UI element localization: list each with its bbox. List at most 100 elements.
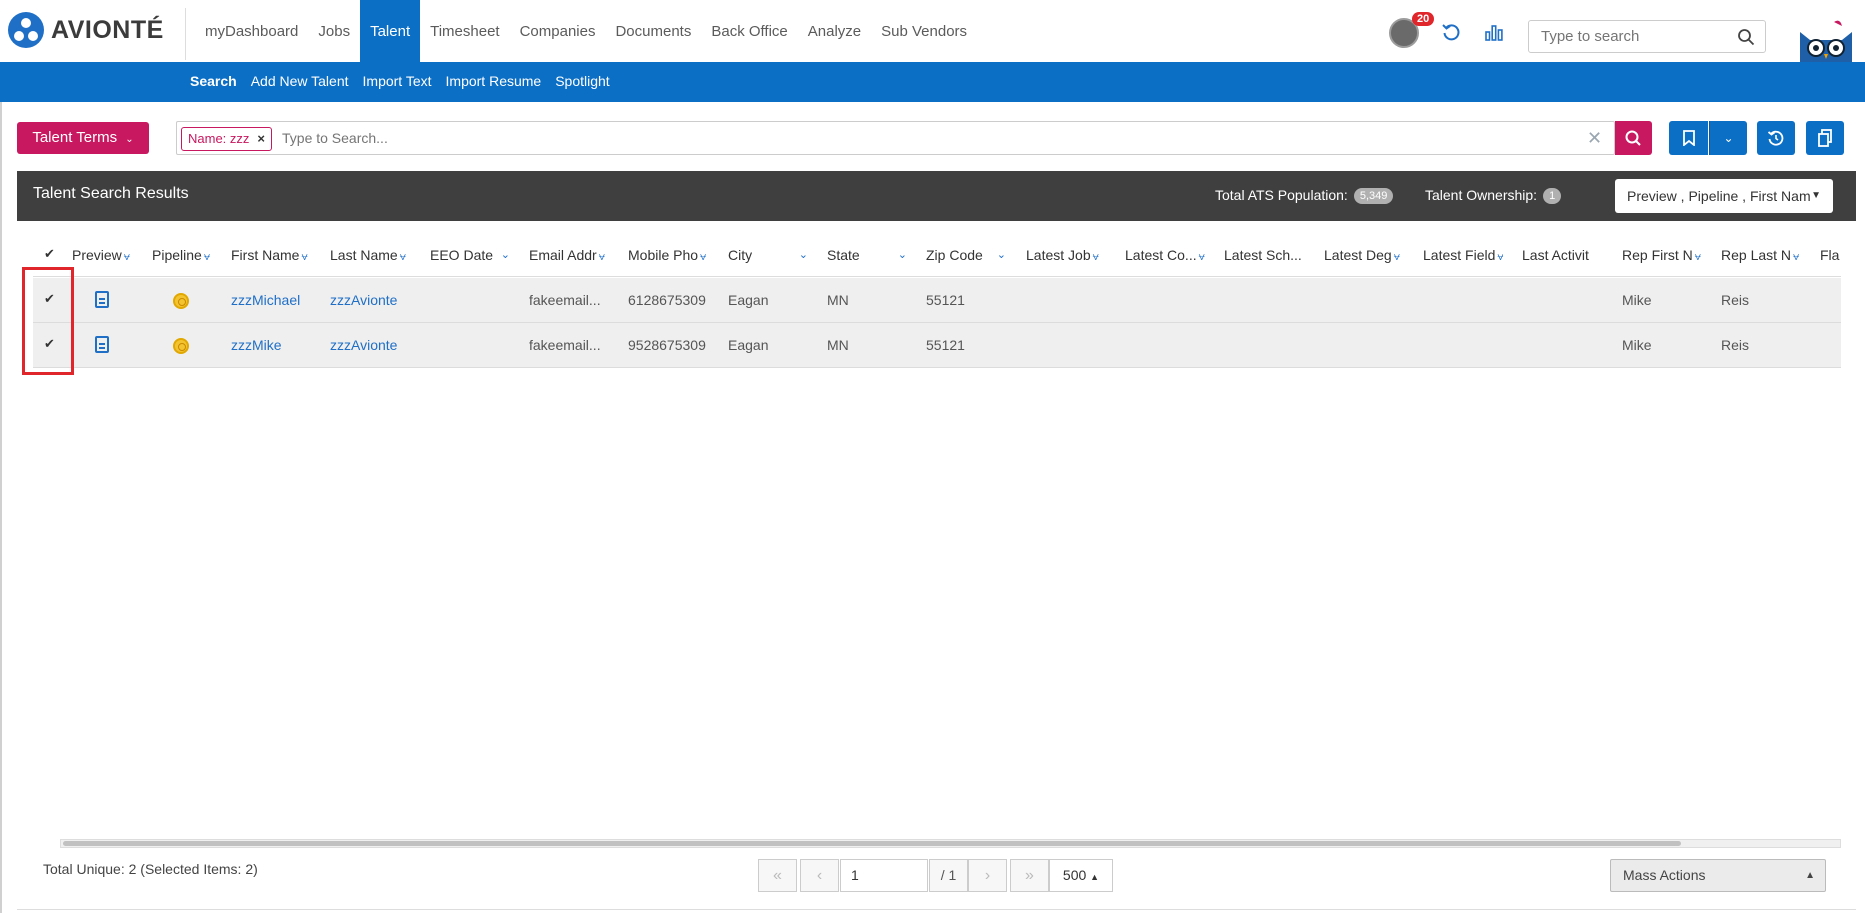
chevron-down-icon[interactable]: ⌄: [898, 248, 907, 261]
select-all-checkbox[interactable]: ✔: [44, 246, 55, 262]
chevron-down-icon[interactable]: ⌄: [799, 248, 808, 261]
col-first-name[interactable]: First Name ⩝: [231, 247, 311, 264]
filter-icon[interactable]: ⩝: [1695, 251, 1701, 263]
bar-chart-icon[interactable]: [1483, 22, 1505, 44]
clear-search-icon[interactable]: ✕: [1587, 128, 1602, 149]
col-flag[interactable]: Fla: [1820, 247, 1841, 263]
next-page-button[interactable]: ›: [968, 859, 1007, 892]
main-nav: myDashboard Jobs Talent Timesheet Compan…: [195, 0, 977, 62]
bookmark-button[interactable]: [1669, 121, 1708, 155]
nav-jobs[interactable]: Jobs: [308, 0, 360, 62]
last-name-link[interactable]: zzzAvionte: [330, 337, 420, 353]
col-latest-school[interactable]: Latest Sch...⩝: [1224, 247, 1304, 264]
col-rep-first-name-label: Rep First N: [1622, 247, 1693, 263]
global-search[interactable]: [1528, 20, 1766, 53]
filter-icon[interactable]: ⩝: [1793, 251, 1799, 263]
subnav-spotlight[interactable]: Spotlight: [555, 62, 609, 102]
chevron-down-icon[interactable]: ⌄: [501, 248, 510, 261]
col-latest-field[interactable]: Latest Field ⩝: [1423, 247, 1503, 264]
scrollbar-thumb[interactable]: [63, 841, 1681, 846]
col-last-activity[interactable]: Last Activit: [1522, 247, 1602, 263]
filter-chip[interactable]: Name: zzz ×: [181, 127, 272, 151]
filter-icon[interactable]: ⩝: [599, 251, 605, 263]
pipeline-icon[interactable]: [173, 293, 189, 309]
horizontal-scrollbar[interactable]: [60, 839, 1841, 848]
subnav-add-new-talent[interactable]: Add New Talent: [251, 62, 349, 102]
subnav-import-text[interactable]: Import Text: [363, 62, 432, 102]
remove-chip-icon[interactable]: ×: [257, 131, 265, 146]
col-rep-first-name[interactable]: Rep First N ⩝: [1622, 247, 1702, 264]
last-name-link[interactable]: zzzAvionte: [330, 292, 420, 308]
nav-companies[interactable]: Companies: [510, 0, 606, 62]
talent-search-box[interactable]: Name: zzz × ✕: [176, 121, 1615, 155]
col-state[interactable]: State ⌄: [827, 247, 907, 263]
pipeline-icon[interactable]: [173, 338, 189, 354]
copy-button[interactable]: [1806, 121, 1844, 155]
col-latest-job[interactable]: Latest Job ⩝: [1026, 247, 1106, 264]
filter-icon[interactable]: ⩝: [301, 251, 307, 263]
col-latest-degree[interactable]: Latest Deg ⩝: [1324, 247, 1404, 264]
rep-first-name-cell: Mike: [1622, 292, 1652, 308]
search-icon[interactable]: [1737, 28, 1755, 46]
col-last-name[interactable]: Last Name ⩝: [330, 247, 410, 264]
nav-talent[interactable]: Talent: [360, 0, 421, 62]
col-latest-company[interactable]: Latest Co... ⩝: [1125, 247, 1205, 264]
filter-icon[interactable]: ⩝: [124, 251, 130, 263]
mass-actions-dropdown[interactable]: Mass Actions ▲: [1610, 859, 1826, 892]
first-page-button[interactable]: «: [758, 859, 797, 892]
subnav-search[interactable]: Search: [190, 62, 237, 102]
subnav-import-resume[interactable]: Import Resume: [446, 62, 542, 102]
col-zip[interactable]: Zip Code ⌄: [926, 247, 1006, 263]
filter-icon[interactable]: ⩝: [700, 251, 706, 263]
table-row[interactable]: ✔ zzzMichael zzzAvionte fakeemail... 612…: [33, 278, 1841, 323]
talent-terms-button[interactable]: Talent Terms ⌄: [17, 122, 149, 154]
nav-sub-vendors[interactable]: Sub Vendors: [871, 0, 977, 62]
col-eeo-date[interactable]: EEO Date ⌄: [430, 247, 510, 263]
col-email[interactable]: Email Addr ⩝: [529, 247, 609, 264]
col-mobile[interactable]: Mobile Pho ⩝: [628, 247, 708, 264]
refresh-icon[interactable]: [1440, 22, 1462, 44]
history-button[interactable]: [1757, 121, 1795, 155]
filter-icon[interactable]: ⩝: [1199, 251, 1205, 263]
nav-documents[interactable]: Documents: [605, 0, 701, 62]
global-search-input[interactable]: [1529, 21, 1719, 52]
nav-timesheet[interactable]: Timesheet: [420, 0, 509, 62]
col-preview[interactable]: Preview ⩝: [72, 247, 130, 264]
chevron-down-icon: ⌄: [1723, 131, 1734, 145]
filter-icon[interactable]: ⩝: [1497, 251, 1503, 263]
table-row[interactable]: ✔ zzzMike zzzAvionte fakeemail... 952867…: [33, 323, 1841, 368]
email-cell: fakeemail...: [529, 337, 601, 353]
nav-mydashboard[interactable]: myDashboard: [195, 0, 308, 62]
panel-bottom-border: [17, 909, 1856, 910]
nav-back-office[interactable]: Back Office: [701, 0, 797, 62]
filter-icon[interactable]: ⩝: [1093, 251, 1099, 263]
filter-icon[interactable]: ⩝: [1394, 251, 1400, 263]
filter-icon[interactable]: ⩝: [400, 251, 406, 263]
chevron-down-icon: ⌄: [125, 134, 134, 145]
filter-icon[interactable]: ⩝: [204, 251, 210, 263]
preview-document-icon[interactable]: [95, 336, 109, 353]
page-size-select[interactable]: 500 ▲: [1049, 859, 1113, 892]
ownership-count-badge: 1: [1543, 188, 1562, 204]
last-page-button[interactable]: »: [1010, 859, 1049, 892]
notification-badge[interactable]: 20: [1412, 12, 1435, 26]
nav-analyze[interactable]: Analyze: [798, 0, 871, 62]
preview-document-icon[interactable]: [95, 291, 109, 308]
chevron-down-icon[interactable]: ⌄: [997, 248, 1006, 261]
avionte-logo[interactable]: AVIONTÉ: [8, 12, 164, 48]
col-rep-last-name[interactable]: Rep Last N ⩝: [1721, 247, 1801, 264]
bookmark-dropdown-button[interactable]: ⌄: [1709, 121, 1747, 155]
column-selector-dropdown[interactable]: Preview , Pipeline , First Nam ▼: [1615, 179, 1833, 213]
selection-highlight-box: [22, 267, 74, 375]
col-city[interactable]: City ⌄: [728, 247, 808, 263]
col-pipeline[interactable]: Pipeline ⩝: [152, 247, 212, 264]
prev-page-button[interactable]: ‹: [800, 859, 839, 892]
page-number-input[interactable]: 1: [840, 859, 928, 892]
top-header: AVIONTÉ myDashboard Jobs Talent Timeshee…: [0, 0, 1865, 62]
rep-last-name-cell: Reis: [1721, 292, 1750, 308]
search-submit-button[interactable]: [1615, 121, 1652, 155]
talent-search-input[interactable]: [282, 126, 1462, 150]
first-name-link[interactable]: zzzMike: [231, 337, 321, 353]
first-name-link[interactable]: zzzMichael: [231, 292, 321, 308]
filter-chip-label: Name: zzz: [188, 131, 250, 146]
